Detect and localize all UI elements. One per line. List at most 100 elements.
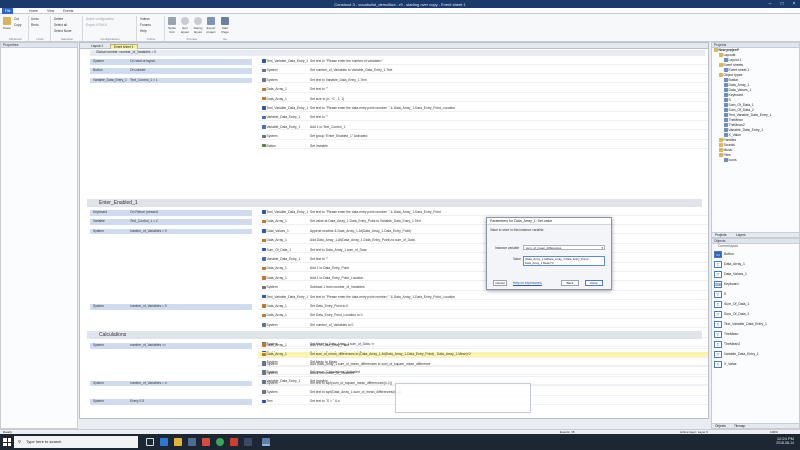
construct-icon[interactable] (262, 438, 270, 446)
action-cell[interactable]: Text_Variable_Data_Entry_1 Set text to "P… (258, 106, 708, 112)
taskbar-search[interactable]: ⚲ Type here to search (14, 436, 138, 448)
condition-cell[interactable] (90, 352, 252, 358)
copy-button[interactable]: Copy (14, 23, 21, 27)
condition-cell[interactable] (90, 323, 252, 329)
forums-link[interactable]: Forums (140, 23, 151, 27)
event-row[interactable]: Data_Array_1 Add 1 to Data_Entry_Point (90, 266, 708, 272)
condition-cell[interactable] (90, 257, 252, 263)
event-row[interactable]: Data_Array_1 Set text to "" (90, 87, 708, 93)
condition-cell[interactable] (90, 276, 252, 282)
condition-cell[interactable] (90, 134, 252, 140)
object-list-item[interactable]: ⌨ Keyboard (712, 279, 799, 289)
task-view-icon[interactable] (146, 438, 154, 446)
action-cell[interactable]: Data_Array_1 Set Data_Entry_Point to 0 (258, 304, 708, 310)
action-cell[interactable]: Text_Variable_Data_Entry_1 Set text to "P… (258, 59, 708, 65)
maximize-icon[interactable]: □ (776, 0, 788, 8)
group-enter-enabled[interactable]: Enter_Enabled_1 (87, 199, 702, 207)
object-list-item[interactable]: T Variable_Data_Entry_1 (712, 349, 799, 359)
condition-cell[interactable] (90, 313, 252, 319)
event-row[interactable]: System number_of_Variables > 0 Data_Values… (90, 228, 708, 235)
event-row[interactable]: Text_Variable_Data_Entry_1 Set text to "P… (90, 295, 708, 301)
back-button[interactable]: Back (561, 280, 579, 286)
event-row[interactable]: Data_Array_1 Add Data_Array_1.At(Data_Arr… (90, 238, 708, 244)
condition-cell[interactable]: Variable Text_Control_1 = 2 (90, 219, 252, 225)
project-tree-item[interactable]: Icons (712, 158, 799, 163)
condition-cell[interactable] (90, 106, 252, 112)
help-link[interactable]: Help (140, 29, 147, 33)
value-input[interactable]: (Data_Array_1.At(Data_Array_1.Data_Entry… (523, 256, 605, 266)
condition-cell[interactable]: System On start of layout (90, 59, 252, 65)
mail-icon[interactable] (202, 438, 210, 446)
event-row[interactable]: Sum_Of_Data_1 Set text to Data_Array_1.su… (90, 248, 708, 254)
action-cell[interactable]: Button Set Invisible (258, 144, 708, 150)
action-cell[interactable]: Data_Array_1 Add Data_Array_1.At(Data_Arr… (258, 238, 708, 244)
chrome-icon[interactable] (216, 438, 224, 446)
debug-layout-button[interactable]: Debug layout (193, 17, 203, 34)
active-config-dropdown[interactable]: Active configuration (86, 17, 114, 21)
condition-cell[interactable] (90, 266, 252, 272)
event-row[interactable]: System Set group "Enter_Enabled_1" Activa… (90, 134, 708, 140)
action-cell[interactable]: Data_Array_1 Add 1 to Data_Entry_Point (258, 266, 708, 272)
group-calculations[interactable]: Calculations (87, 331, 702, 339)
delete-button[interactable]: Delete (54, 17, 63, 21)
instance-variable-select[interactable]: sum_of_mean_differences ▾ (523, 245, 605, 250)
action-cell[interactable]: System Set text to Variable_Data_Entry_1.… (258, 78, 708, 84)
undo-button[interactable]: Undo (31, 17, 39, 21)
clock[interactable]: 12:24 PM 2018-08-14 (752, 436, 794, 445)
store-icon[interactable] (188, 438, 196, 446)
event-row[interactable]: System Add Data_Array_1.sum_of_mean_diffe… (90, 362, 708, 368)
close-icon[interactable]: × (788, 0, 800, 8)
condition-cell[interactable] (90, 125, 252, 131)
action-cell[interactable]: Variable_Data_Entry_1 Set text to "" (258, 115, 708, 121)
action-cell[interactable]: Sum_Of_Data_1 Set text to Data_Array_1.su… (258, 248, 708, 254)
condition-cell[interactable]: System number_of_Variables = n (90, 380, 252, 387)
object-list-item[interactable]: ▭ Button (712, 249, 799, 259)
global-variable-row[interactable]: Global number: number_of_Variables = 0 (90, 50, 705, 56)
action-cell[interactable]: System Add Data_Array_1.sum_of_mean_diffe… (258, 362, 708, 368)
action-cell[interactable]: Data_Array_1 Add 1 to Data_Entry_Point (258, 343, 708, 349)
condition-cell[interactable] (90, 87, 252, 93)
action-cell[interactable]: System Subtract 1 from number_of_Variable… (258, 285, 708, 291)
action-cell[interactable]: Data_Array_1 Set sum_of_mean_differences … (258, 352, 708, 358)
select-all-button[interactable]: Select all (54, 23, 67, 27)
action-cell[interactable]: Variable_Data_Entry_1 Add 1 to Text_Contr… (258, 125, 708, 131)
condition-cell[interactable]: Variable_Data_Entry_1 Text_Control_1 = 1 (90, 77, 252, 84)
object-list-item[interactable]: T TheMean (712, 329, 799, 339)
app-icon[interactable] (230, 438, 238, 446)
event-row[interactable]: Button On clicked System Set number_of_Vari… (90, 68, 708, 74)
condition-cell[interactable]: Button On clicked (90, 68, 252, 74)
condition-cell[interactable] (90, 371, 252, 377)
start-page-button[interactable]: Start Page (220, 17, 230, 34)
action-cell[interactable]: Variable_Data_Entry_1 Set text to "" (258, 257, 708, 263)
action-cell[interactable]: Data_Values_1 Append newline & Data_Array… (258, 229, 708, 235)
action-cell[interactable]: System Set group "Enter_Enabled_1" Activa… (258, 134, 708, 140)
cut-button[interactable]: Cut (14, 17, 19, 21)
videos-link[interactable]: Videos (140, 17, 150, 21)
minimize-icon[interactable]: – (764, 0, 776, 8)
app-icon-2[interactable] (244, 438, 252, 446)
done-button[interactable]: Done (585, 280, 603, 286)
help-expressions-link[interactable]: Help on expressions (513, 281, 542, 285)
event-row[interactable]: System Subtract 1 from number_of_Variable… (90, 285, 708, 291)
object-list-item[interactable]: T Text_Variable_Data_Entry_1 (712, 319, 799, 329)
object-list-item[interactable]: T Data_Values_1 (712, 269, 799, 279)
event-row[interactable]: Text_Variable_Data_Entry_1 Set text to "P… (90, 106, 708, 112)
tab-layout-1[interactable]: Layout 1 (88, 44, 106, 49)
event-row[interactable]: System number_of_Variables >= Data_Array_1… (90, 343, 708, 349)
event-row[interactable]: Variable_Data_Entry_1 Set text to "" (90, 257, 708, 263)
object-list-item[interactable]: T Sum_Of_Data_2 (712, 309, 799, 319)
condition-cell[interactable] (90, 115, 252, 121)
condition-cell[interactable]: System number_of_Variables > 0 (90, 228, 252, 235)
export-html-dropdown[interactable]: Export HTML5 (86, 23, 107, 27)
cancel-button[interactable]: Cancel (493, 280, 507, 286)
object-list-item[interactable]: T X_Value (712, 359, 799, 369)
edge-icon[interactable] (160, 438, 168, 446)
tab-event-sheet-1[interactable]: Event sheet 1 (110, 44, 138, 49)
action-cell[interactable]: Data_Array_1 Set size to (n: +1 , 1, 1) (258, 97, 708, 103)
event-row[interactable]: Button Set Invisible (90, 144, 708, 150)
condition-cell[interactable]: System Every 0.5 (90, 399, 252, 405)
condition-cell[interactable] (90, 390, 252, 396)
action-cell[interactable]: Data_Array_1 Set text to "" (258, 87, 708, 93)
condition-cell[interactable] (90, 144, 252, 150)
condition-cell[interactable] (90, 285, 252, 291)
